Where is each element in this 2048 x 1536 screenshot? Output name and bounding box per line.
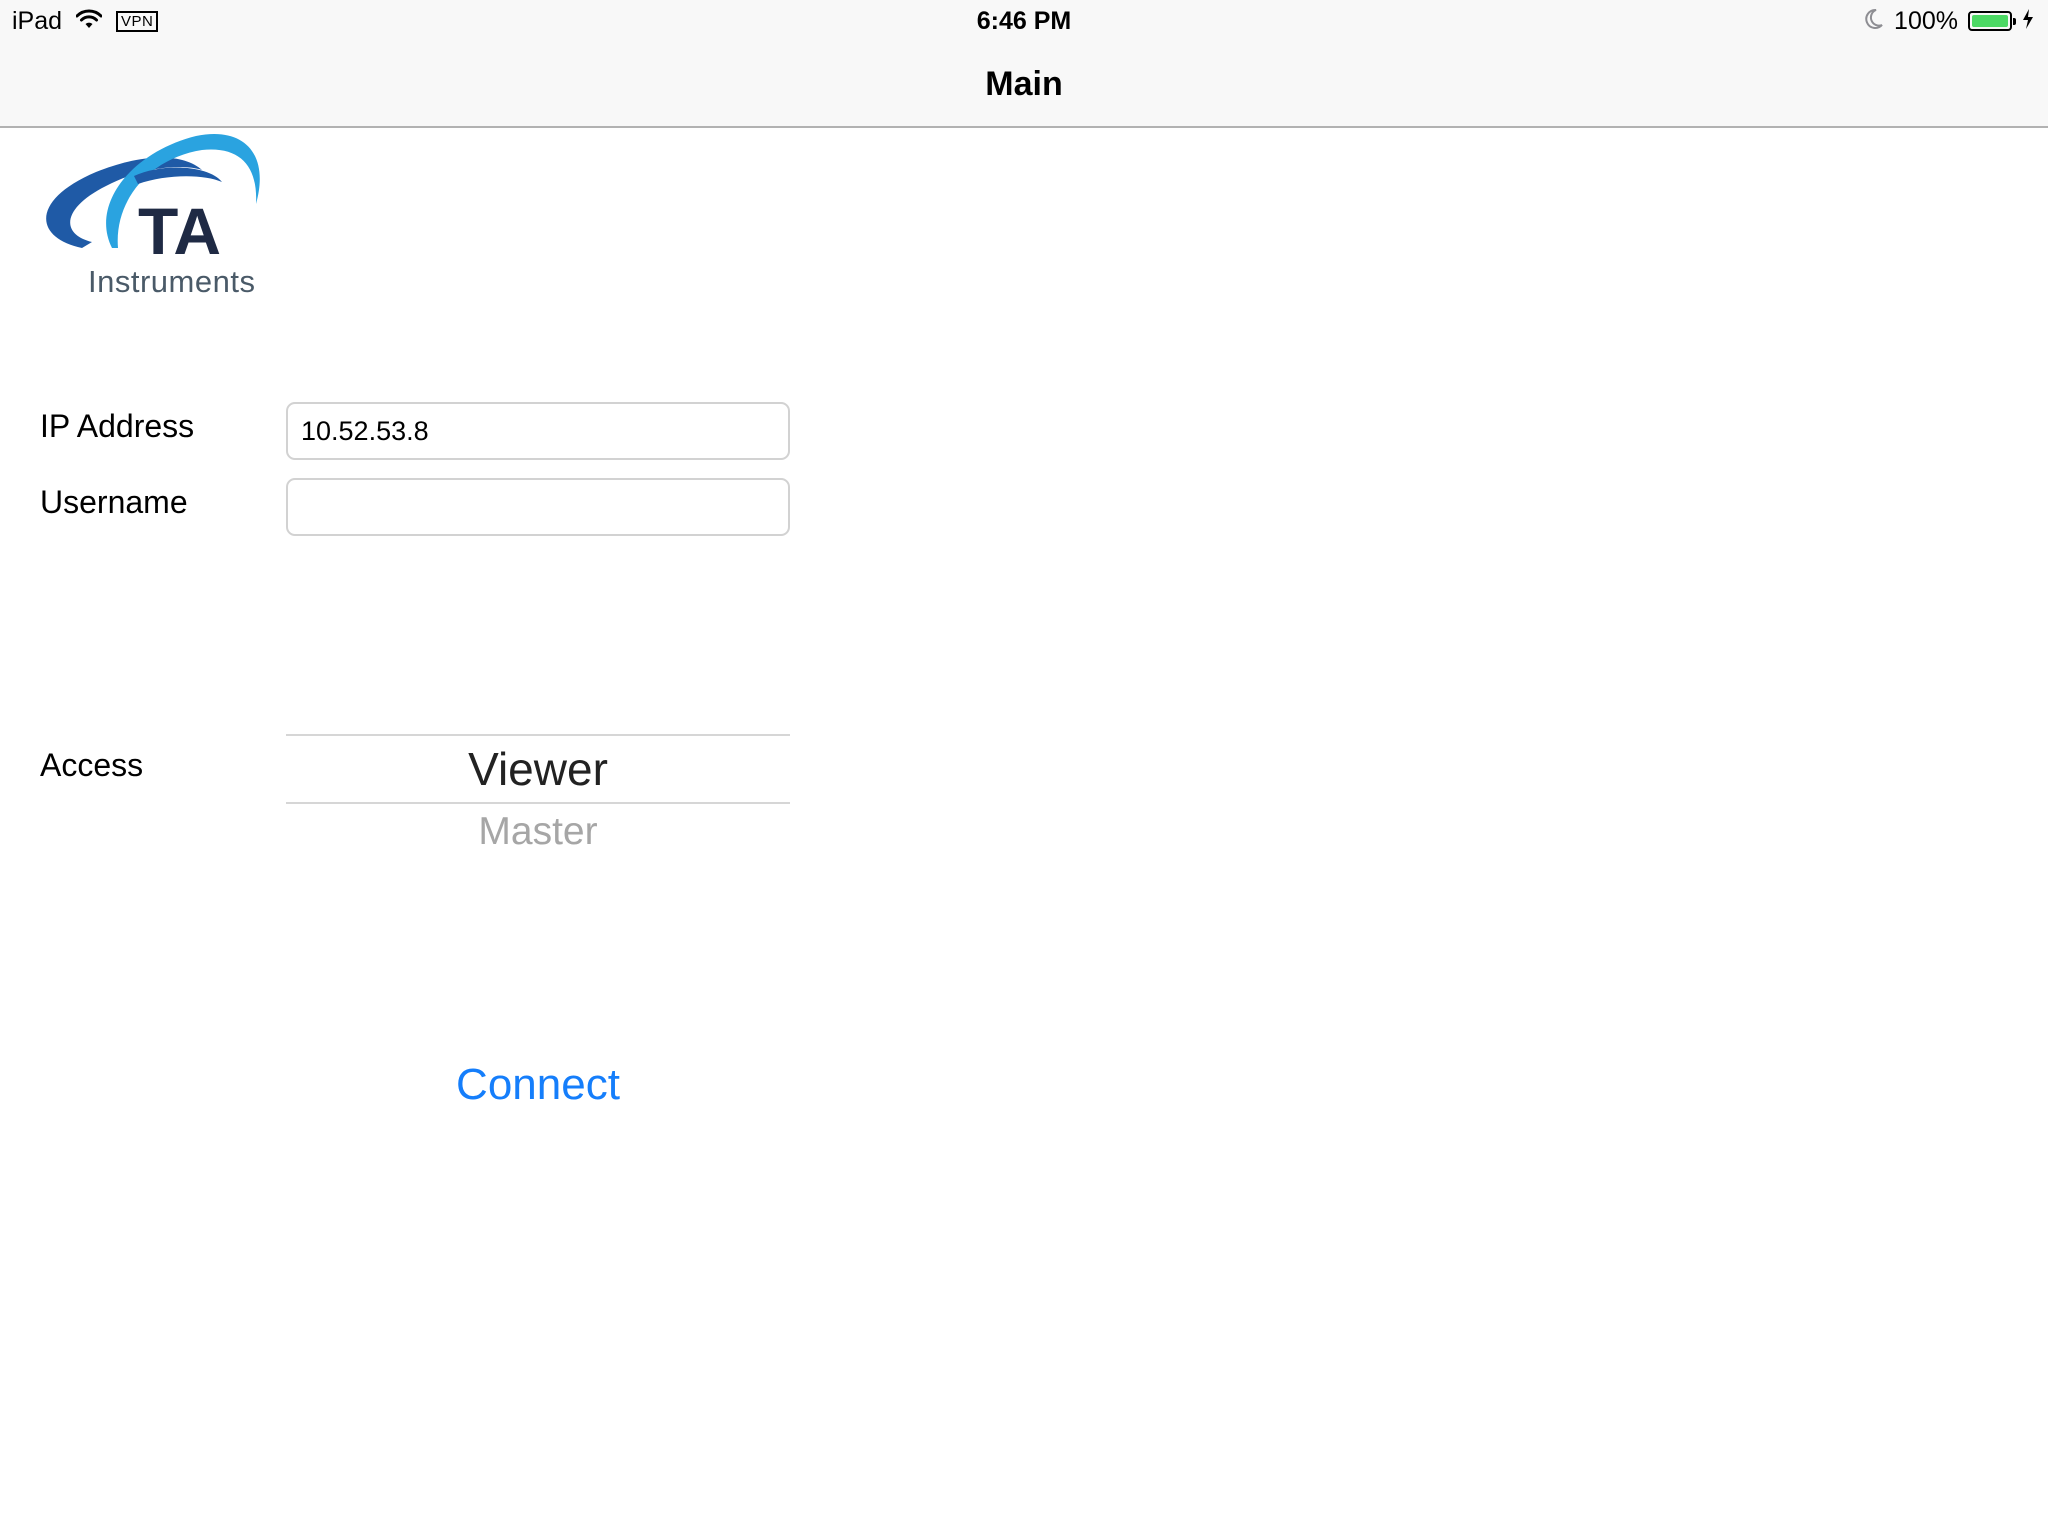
- ip-address-input[interactable]: [286, 402, 790, 460]
- ip-address-label: IP Address: [40, 408, 195, 444]
- username-input[interactable]: [286, 478, 790, 536]
- battery-percent: 100%: [1894, 6, 1958, 35]
- access-picker[interactable]: Viewer Master: [286, 734, 790, 894]
- status-bar-right: 100%: [1864, 6, 2034, 36]
- picker-option-viewer[interactable]: Viewer: [286, 742, 790, 796]
- battery-icon: [1968, 11, 2016, 31]
- picker-option-master[interactable]: Master: [286, 810, 790, 854]
- moon-icon: [1864, 8, 1884, 35]
- logo-mark-text: TA: [138, 194, 221, 268]
- main-screen: iPad VPN 6:46 PM 100% Main TA Instrument…: [0, 0, 2048, 1536]
- access-label: Access: [40, 747, 144, 783]
- battery-level-fill: [1972, 15, 2008, 27]
- status-time: 6:46 PM: [976, 7, 1072, 35]
- top-bar: iPad VPN 6:46 PM 100% Main: [0, 0, 2048, 128]
- username-label: Username: [40, 484, 188, 520]
- picker-bottom-divider: [286, 802, 790, 804]
- logo-wordmark: Instruments: [88, 264, 256, 299]
- company-logo: TA Instruments: [34, 130, 274, 310]
- connect-button[interactable]: Connect: [286, 1054, 790, 1116]
- nav-title: Main: [985, 65, 1063, 103]
- picker-top-divider: [286, 734, 790, 736]
- charging-bolt-icon: [2022, 8, 2034, 34]
